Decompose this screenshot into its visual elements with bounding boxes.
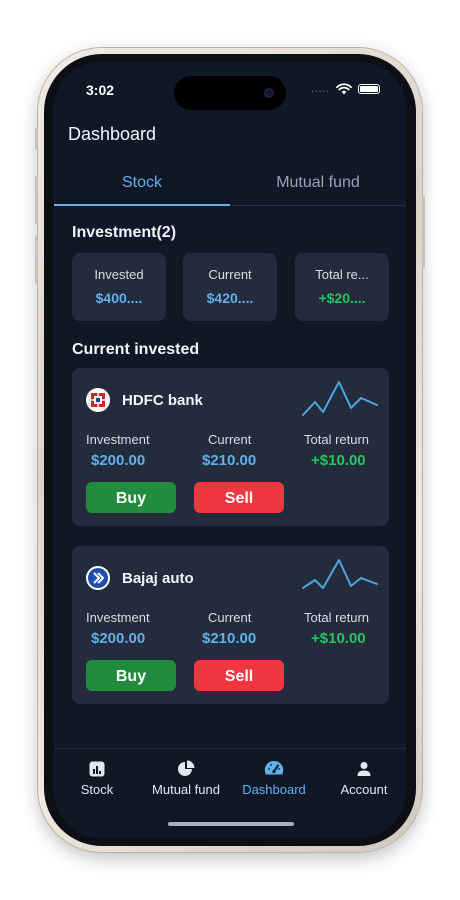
current-card[interactable]: Current $420.... [183, 253, 277, 321]
wifi-icon [336, 83, 352, 95]
nav-label: Mutual fund [152, 782, 220, 797]
stock-card-hdfc[interactable]: HDFC bank Investment $200.00 Current $21… [72, 368, 389, 526]
invested-value: $400.... [95, 290, 143, 306]
nav-item-mutual-fund[interactable]: Mutual fund [146, 759, 226, 797]
current-invested-heading: Current invested [72, 341, 200, 358]
status-time: 3:02 [86, 82, 115, 98]
dynamic-island [174, 76, 286, 110]
bajaj-logo-icon [86, 566, 110, 590]
stock-card-bajaj[interactable]: Bajaj auto Investment $200.00 Current $2… [72, 546, 389, 704]
nav-label: Stock [80, 782, 114, 797]
nav-item-stock[interactable]: Stock [76, 759, 118, 797]
nav-label: Account [340, 782, 388, 797]
investment-label: Investment [86, 432, 150, 447]
invested-card[interactable]: Invested $400.... [72, 253, 166, 321]
sell-button[interactable]: Sell [194, 660, 284, 691]
page-title: Dashboard [68, 124, 157, 144]
sell-button[interactable]: Sell [194, 482, 284, 513]
stock-name: HDFC bank [122, 392, 203, 409]
stock-name: Bajaj auto [122, 570, 194, 587]
current-value: $210.00 [202, 452, 257, 469]
sparkline-chart [302, 559, 378, 589]
nav-label: Dashboard [242, 782, 306, 797]
tab-bar: Stock Mutual fund [54, 162, 406, 206]
invested-label: Invested [94, 267, 144, 282]
hdfc-logo-icon [86, 388, 110, 412]
current-value: $420.... [206, 290, 254, 306]
status-indicators: ..... [311, 83, 380, 95]
investment-value: $200.00 [91, 452, 146, 469]
buy-button[interactable]: Buy [86, 482, 176, 513]
total-return-value: +$10.00 [311, 452, 366, 469]
side-button [35, 128, 38, 150]
total-return-value: +$20.... [318, 290, 366, 306]
current-value: $210.00 [202, 630, 257, 647]
pie-chart-icon [146, 759, 226, 779]
total-return-card[interactable]: Total re... +$20.... [295, 253, 389, 321]
nav-item-account[interactable]: Account [336, 759, 392, 797]
camera-icon [264, 88, 274, 98]
user-icon [336, 759, 392, 779]
total-return-label: Total re... [315, 267, 369, 282]
investment-label: Investment [86, 610, 150, 625]
buy-button[interactable]: Buy [86, 660, 176, 691]
sparkline-chart [302, 381, 378, 416]
speedometer-icon [238, 759, 310, 779]
total-return-label: Total return [304, 610, 370, 625]
app-screen: 3:02 ..... Dashboard Stock Mutual fund I… [54, 62, 406, 838]
total-return-value: +$10.00 [311, 630, 366, 647]
volume-down-button [35, 236, 38, 284]
tab-stock[interactable]: Stock [54, 162, 230, 206]
battery-icon [358, 84, 380, 94]
investment-value: $200.00 [91, 630, 146, 647]
active-tab-indicator [54, 204, 230, 206]
current-label: Current [208, 432, 252, 447]
volume-up-button [35, 176, 38, 224]
chart-icon [76, 759, 118, 779]
signal-dots: ..... [311, 83, 330, 95]
investment-heading: Investment(2) [72, 224, 177, 241]
status-bar: 3:02 ..... [54, 62, 406, 112]
current-label: Current [208, 267, 252, 282]
tab-mutual-fund[interactable]: Mutual fund [230, 162, 406, 206]
current-label: Current [208, 610, 252, 625]
nav-item-dashboard[interactable]: Dashboard [238, 759, 310, 797]
power-button [422, 196, 425, 268]
home-indicator[interactable] [168, 822, 294, 826]
total-return-label: Total return [304, 432, 370, 447]
